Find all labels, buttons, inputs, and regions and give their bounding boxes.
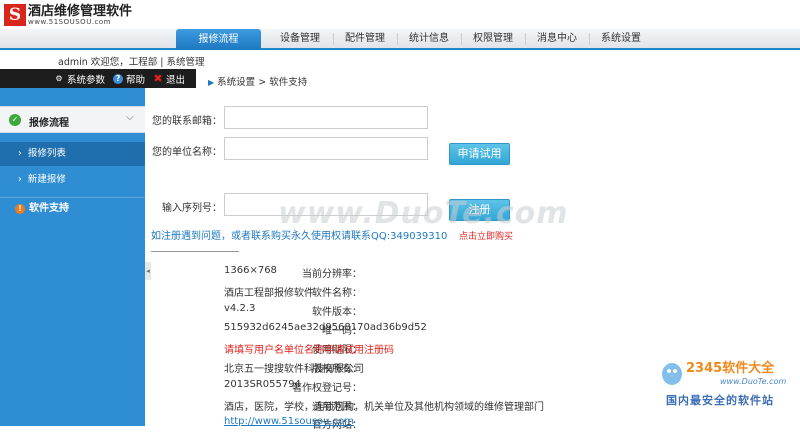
info-row-software-name: 软件名称： 酒店工程部报修软件 <box>147 284 667 302</box>
tab-permissions[interactable]: 权限管理 <box>462 29 524 48</box>
brand-slogan: 国内最安全的软件站 <box>666 394 774 407</box>
tab-parts[interactable]: 配件管理 <box>334 29 396 48</box>
help-button[interactable]: ? 帮助 <box>113 72 145 86</box>
top-toolbar: ⚙ 系统参数 ? 帮助 ✖ 退出 <box>0 69 196 88</box>
apply-trial-button[interactable]: 申请试用 <box>449 143 510 165</box>
breadcrumb: ▶ 系统设置 > 软件支持 <box>208 74 307 88</box>
sidebar-section-repair-flow[interactable]: ✓ 报修流程 ⌵ <box>0 106 145 133</box>
info-key: 当前分辨率： <box>302 269 362 280</box>
info-row-unique-code: 唯一码： 515932d6245ae32d9568170ad36b9d52 <box>147 322 667 340</box>
close-icon: ✖ <box>153 71 163 85</box>
duote-watermark: www.DuoTe.com <box>278 196 569 231</box>
breadcrumb-separator: > <box>258 77 267 88</box>
brand-mascot-icon: 2345软件大全 www.DuoTe.com <box>662 360 786 386</box>
breadcrumb-root[interactable]: 系统设置 <box>217 77 255 88</box>
svg-text:www.DuoTe.com: www.DuoTe.com <box>720 377 786 386</box>
tab-messages[interactable]: 消息中心 <box>526 29 588 48</box>
info-row-registration: 著作权登记号： 2013SR055794 <box>147 379 667 397</box>
info-row-scope: 适用范围： 酒店，医院，学校，连锁机构，机关单位及其他机构领域的维修管理部门 <box>147 398 667 416</box>
main-nav: 报修流程 设备管理 配件管理 统计信息 权限管理 消息中心 系统设置 <box>0 29 800 50</box>
info-value: 酒店工程部报修软件 <box>224 288 314 299</box>
check-circle-icon: ✓ <box>9 114 21 126</box>
breadcrumb-current: 软件支持 <box>269 77 308 88</box>
company-label: 您的单位名称： <box>152 147 222 158</box>
chevron-right-icon: › <box>18 148 22 159</box>
info-row-version: 软件版本： v4.2.3 <box>147 303 667 321</box>
sidebar-item-repair-list[interactable]: › 报修列表 <box>0 142 145 166</box>
system-params-button[interactable]: ⚙ 系统参数 <box>54 72 105 86</box>
info-value: 北京五一搜搜软件科技有限公司 <box>224 364 364 375</box>
tab-repair-flow[interactable]: 报修流程 <box>176 29 261 50</box>
sidebar-item-software-support[interactable]: ! 软件支持 <box>0 197 145 219</box>
website-link[interactable]: http://www.51sousou.com <box>224 416 354 427</box>
info-row-resolution: 当前分辨率： 1366×768 <box>147 265 667 283</box>
svg-text:2345软件大全: 2345软件大全 <box>686 360 775 376</box>
logo-mark-icon: S <box>4 4 26 26</box>
sidebar-item-label: 报修列表 <box>27 148 66 159</box>
serial-label: 输入序列号： <box>162 203 222 214</box>
exit-label: 退出 <box>166 74 186 86</box>
exit-button[interactable]: ✖ 退出 <box>153 72 185 86</box>
email-label: 您的联系邮箱： <box>152 116 222 127</box>
info-row-copyright: 版权所有： 北京五一搜搜软件科技有限公司 <box>147 360 667 378</box>
tab-system-settings[interactable]: 系统设置 <box>590 29 652 48</box>
email-field[interactable] <box>224 106 428 129</box>
system-params-label: 系统参数 <box>67 74 106 86</box>
app-logo: S 酒店维修管理软件 www.51SOUSOU.com <box>4 3 132 27</box>
info-icon: ! <box>15 204 25 214</box>
sidebar-item-new-repair[interactable]: › 新建报修 <box>0 168 145 192</box>
user-greeting: admin 欢迎您，工程部 | 系统管理 <box>58 57 205 68</box>
info-value: 请填写用户名单位名称申请试用注册码 <box>224 345 394 356</box>
breadcrumb-arrow-icon: ▶ <box>208 78 215 87</box>
chevron-right-icon: › <box>18 174 22 185</box>
info-value: 2013SR055794 <box>224 379 301 390</box>
info-value: 酒店，医院，学校，连锁机构，机关单位及其他机构领域的维修管理部门 <box>224 402 544 413</box>
info-row-expiry: 使用期限： 请填写用户名单位名称申请试用注册码 <box>147 341 667 359</box>
app-header: S 酒店维修管理软件 www.51SOUSOU.com 报修流程 设备管理 配件… <box>0 0 800 50</box>
sidebar: ✓ 报修流程 ⌵ › 报修列表 › 新建报修 ! 软件支持 <box>0 88 145 426</box>
sidebar-section-label: 报修流程 <box>29 118 69 129</box>
info-key: 软件版本： <box>312 307 362 318</box>
tab-statistics[interactable]: 统计信息 <box>398 29 460 48</box>
company-field[interactable] <box>224 137 428 160</box>
info-value: 515932d6245ae32d9568170ad36b9d52 <box>224 322 427 333</box>
divider <box>151 251 239 252</box>
brand-watermark-logo: 2345软件大全 www.DuoTe.com <box>660 356 800 386</box>
chevron-down-icon: ⌵ <box>126 112 134 123</box>
info-value: v4.2.3 <box>224 303 256 314</box>
app-title: 酒店维修管理软件 <box>28 3 133 19</box>
help-label: 帮助 <box>126 74 146 86</box>
gear-icon: ⚙ <box>55 73 63 83</box>
sidebar-item-label: 软件支持 <box>29 203 69 214</box>
info-row-website: 官方网站： http://www.51sousou.com <box>147 416 667 434</box>
info-value: 1366×768 <box>224 265 277 276</box>
sidebar-item-label: 新建报修 <box>27 174 66 185</box>
tab-equipment[interactable]: 设备管理 <box>268 29 332 48</box>
help-icon: ? <box>113 73 124 84</box>
app-url: www.51SOUSOU.com <box>28 17 111 26</box>
